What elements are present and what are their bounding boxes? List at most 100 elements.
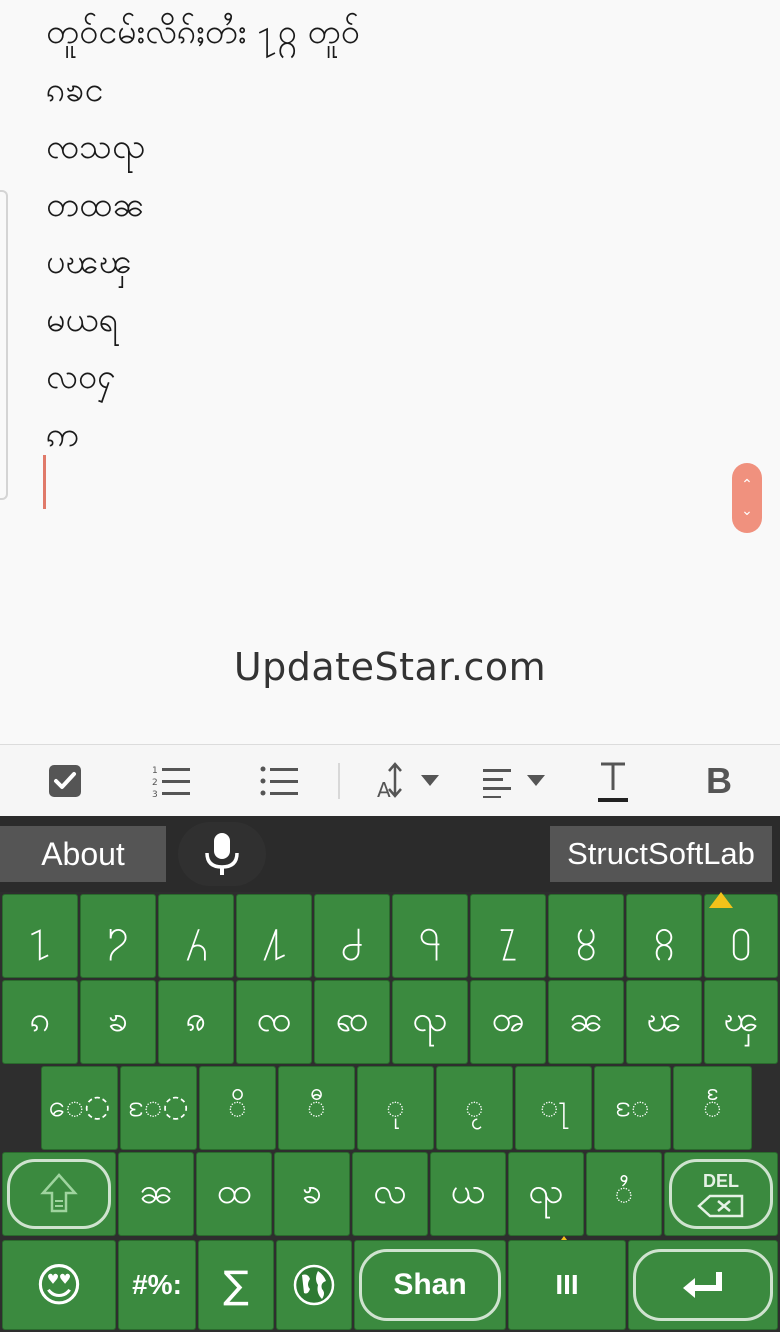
text-line-7: လဝႁ (46, 357, 116, 397)
key[interactable]: ႗ (470, 894, 546, 978)
enter-key[interactable] (628, 1240, 778, 1330)
align-button[interactable] (480, 755, 550, 807)
key[interactable]: ႖ (392, 894, 468, 978)
key[interactable]: ၵ (2, 980, 78, 1064)
watermark: UpdateStar.com (233, 645, 547, 689)
svg-text:3: 3 (152, 790, 158, 799)
text-size-button[interactable]: A (372, 755, 444, 807)
text-line-3: ၸသၺ (46, 127, 146, 167)
note-editor[interactable]: တူဝ်ငမ်းလိၵ်ႈတႆး ႑႙ တူဝ် ၵၶင ၸသၺ တထၼ ပၽၾ… (0, 0, 780, 744)
fast-scroll-handle[interactable]: ⌃ ⌄ (732, 463, 762, 533)
popup-indicator (709, 892, 733, 908)
key[interactable]: ၼ (118, 1152, 194, 1236)
align-icon (483, 769, 545, 798)
voice-input-button[interactable] (178, 822, 266, 886)
text-caret (43, 455, 46, 509)
key[interactable]: ◌ႆ (586, 1152, 662, 1236)
key[interactable]: ◌ု (357, 1066, 434, 1150)
microphone-icon (205, 833, 239, 875)
text-line-4: တထၼ (46, 184, 145, 225)
language-key[interactable]: Shan (354, 1240, 506, 1330)
numbered-list-button[interactable]: 1 2 3 (146, 755, 196, 807)
backspace-icon (697, 1194, 744, 1217)
cursor-key[interactable]: III (508, 1240, 626, 1330)
checkbox-button[interactable] (40, 755, 90, 807)
text-style-button[interactable] (590, 755, 636, 807)
smiley-heart-eyes-icon: 😍 (35, 1258, 83, 1312)
about-button[interactable]: About (0, 826, 166, 882)
key[interactable]: ၽ (626, 980, 702, 1064)
language-outline: Shan (359, 1249, 501, 1321)
key[interactable]: ၸ (236, 980, 312, 1064)
key[interactable]: ၻ (470, 980, 546, 1064)
key[interactable]: ◌ီ (278, 1066, 355, 1150)
format-toolbar: 1 2 3 A B (0, 744, 780, 816)
key[interactable]: ၶ (274, 1152, 350, 1236)
key[interactable]: ၼ (548, 980, 624, 1064)
key[interactable]: ႕ (314, 894, 390, 978)
text-line-1: တူဝ်ငမ်းလိၵ်ႈတႆး ႑႙ တူဝ် (46, 12, 360, 52)
key[interactable]: ၺ (508, 1152, 584, 1236)
text-line-8: ဢ (46, 414, 80, 455)
key[interactable]: ◌ိ (199, 1066, 276, 1150)
text-size-icon: A (377, 762, 439, 801)
enter-outline (633, 1249, 773, 1321)
bullet-list-button[interactable] (254, 755, 304, 807)
key[interactable]: ႄ◌ (120, 1066, 197, 1150)
symbols-key[interactable]: #%: (118, 1240, 196, 1330)
text-line-6: မယရ (46, 299, 118, 340)
page-edge (0, 190, 8, 500)
emoji-key[interactable]: 😍 (2, 1240, 116, 1330)
key[interactable]: ႙ (626, 894, 702, 978)
svg-text:1: 1 (152, 766, 158, 776)
brand-button[interactable]: StructSoftLab (550, 826, 772, 882)
key[interactable]: ၷ (158, 980, 234, 1064)
scroll-up-icon: ⌃ (741, 477, 753, 493)
numbered-list-icon: 1 2 3 (152, 766, 190, 799)
bold-button[interactable]: B (694, 755, 744, 807)
checkbox-icon (49, 765, 81, 797)
key[interactable]: ◌ႂ (436, 1066, 513, 1150)
svg-text:2: 2 (152, 778, 158, 788)
keyboard-top-bar: About StructSoftLab (0, 816, 780, 892)
key[interactable]: ယ (430, 1152, 506, 1236)
key[interactable]: ◌ႄ (594, 1066, 671, 1150)
key[interactable]: ၹ (314, 980, 390, 1064)
keyboard: About StructSoftLab ႑ ႒ ႓ ႔ ႕ ႖ ႗ ႘ ႙ ႐ … (0, 816, 780, 1332)
enter-icon (683, 1272, 722, 1298)
key[interactable]: လ (352, 1152, 428, 1236)
language-label: Shan (393, 1268, 467, 1301)
key[interactable]: ေ◌ (41, 1066, 118, 1150)
text-content[interactable]: တူဝ်ငမ်းလိၵ်ႈတႆး ႑႙ တူဝ် ၵၶင ၸသၺ တထၼ ပၽၾ… (46, 4, 360, 464)
text-line-2: ၵၶင (46, 69, 104, 110)
shift-icon (40, 1173, 78, 1213)
key[interactable]: ၺ (392, 980, 468, 1064)
globe-key[interactable] (276, 1240, 352, 1330)
delete-outline: DEL (669, 1159, 773, 1229)
shift-key[interactable] (2, 1152, 116, 1236)
text-style-icon (598, 762, 628, 802)
key[interactable]: ႑ (2, 894, 78, 978)
math-key[interactable]: ∑ (198, 1240, 274, 1330)
key[interactable]: ◌ႃ (515, 1066, 592, 1150)
key[interactable]: ◌ႅ (673, 1066, 752, 1150)
key[interactable]: ႒ (80, 894, 156, 978)
globe-icon (293, 1264, 335, 1306)
cursor-label: III (555, 1269, 579, 1300)
key[interactable]: ႔ (236, 894, 312, 978)
delete-label: DEL (703, 1170, 739, 1191)
key[interactable]: ထ (196, 1152, 272, 1236)
key[interactable]: ႘ (548, 894, 624, 978)
scroll-down-icon: ⌄ (741, 503, 753, 519)
key[interactable]: ႓ (158, 894, 234, 978)
key[interactable]: ၾ (704, 980, 778, 1064)
bullet-list-icon (260, 766, 298, 796)
bold-icon: B (706, 760, 732, 801)
sigma-icon: ∑ (223, 1263, 249, 1307)
delete-key[interactable]: DEL (664, 1152, 778, 1236)
shift-outline (7, 1159, 111, 1229)
text-line-5: ပၽၾ (46, 242, 132, 282)
symbols-label: #%: (132, 1269, 182, 1300)
key[interactable]: ၶ (80, 980, 156, 1064)
toolbar-divider (338, 763, 340, 799)
